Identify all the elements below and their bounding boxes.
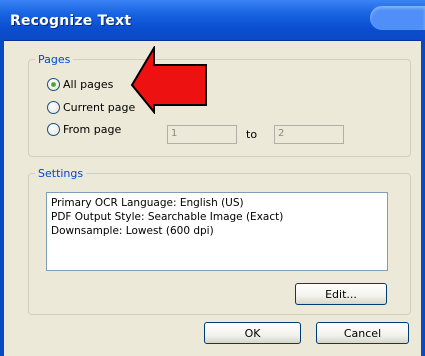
from-page-input[interactable]: 1 [167,125,237,144]
all-pages-label: All pages [63,78,114,91]
settings-legend: Settings [38,167,84,180]
red-arrow-icon [130,46,207,114]
from-page-option[interactable]: From page [47,123,121,136]
ok-button[interactable]: OK [204,322,301,344]
all-pages-option[interactable]: All pages [47,78,113,91]
settings-line-output-style: PDF Output Style: Searchable Image (Exac… [51,211,284,223]
pages-legend: Pages [38,53,71,66]
settings-line-downsample: Downsample: Lowest (600 dpi) [51,225,214,237]
recognize-text-dialog: Recognize Text Pages All pages Current p… [0,0,425,356]
current-page-label: Current page [63,101,136,114]
current-page-option[interactable]: Current page [47,101,135,114]
title-bar[interactable]: Recognize Text [0,0,425,41]
title-bar-corner [370,6,425,30]
to-label: to [246,128,258,141]
window-frame-right [421,40,425,356]
all-pages-radio[interactable] [47,78,60,91]
window-frame-left [0,40,4,356]
cancel-button[interactable]: Cancel [316,322,409,344]
settings-line-ocr-language: Primary OCR Language: English (US) [51,197,244,209]
current-page-radio[interactable] [47,101,60,114]
settings-summary-box: Primary OCR Language: English (US) PDF O… [46,192,388,271]
from-page-radio[interactable] [47,123,60,136]
to-page-input[interactable]: 2 [274,125,344,144]
dialog-title: Recognize Text [10,13,132,29]
from-page-label: From page [63,123,122,136]
edit-button[interactable]: Edit... [295,283,387,305]
